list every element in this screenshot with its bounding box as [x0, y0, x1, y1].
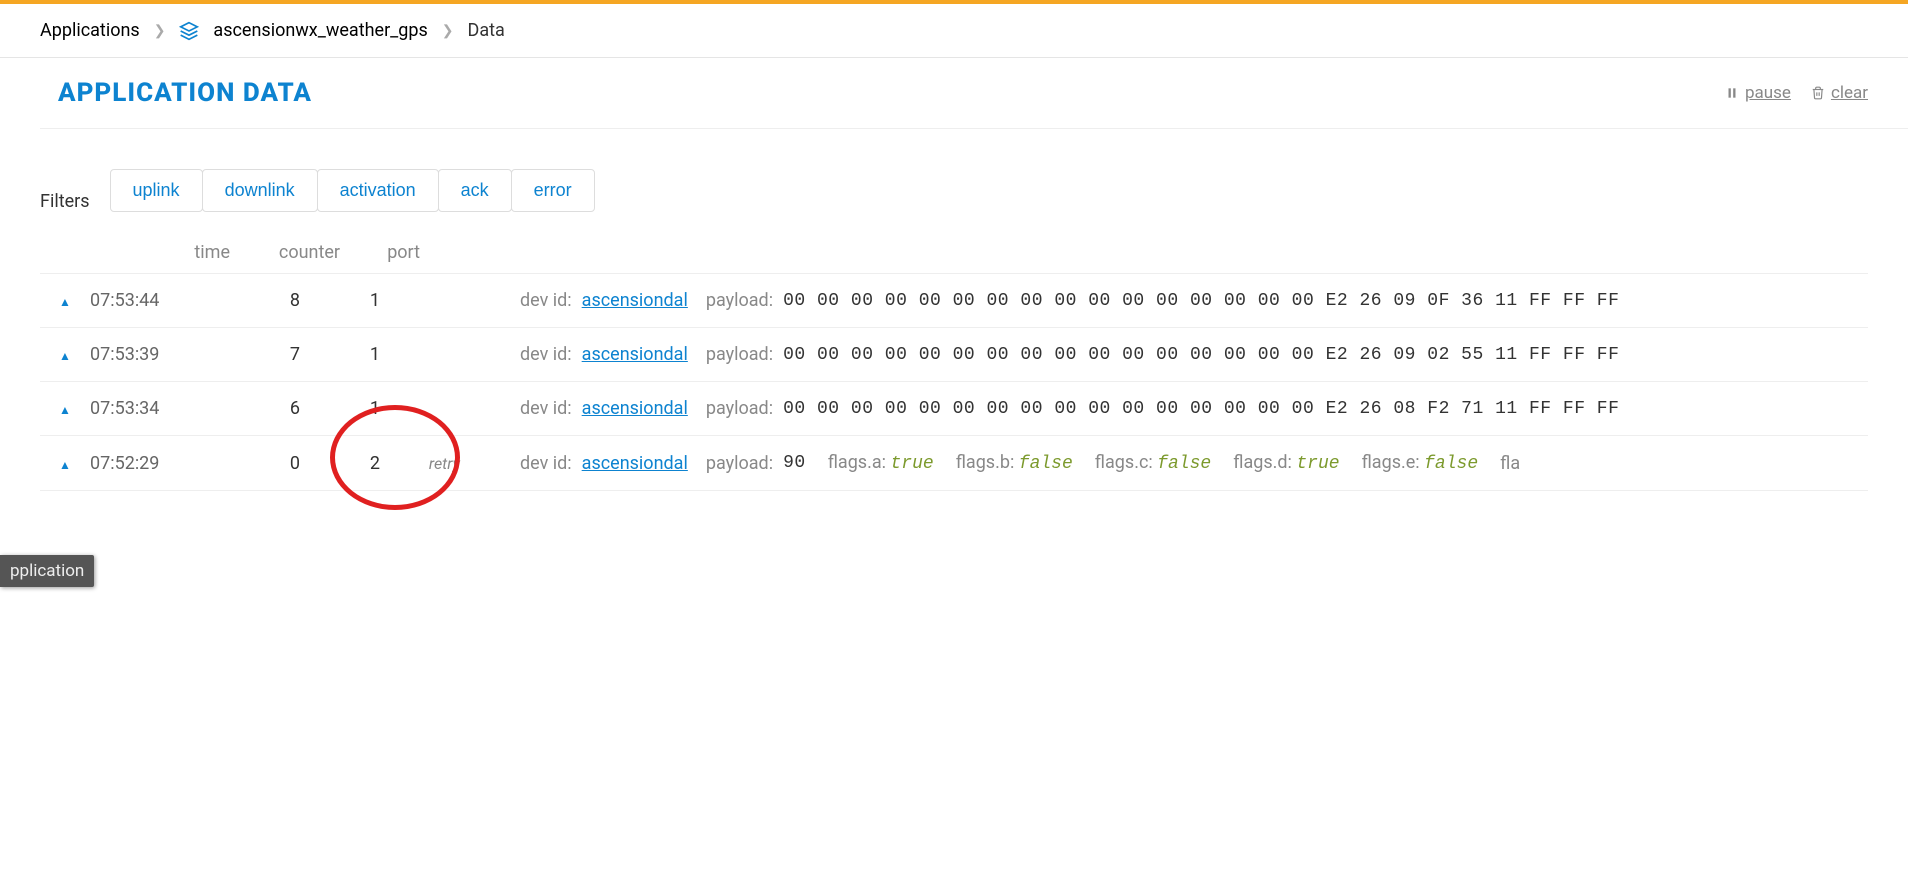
retry-label: retry — [429, 454, 460, 473]
flag-item: flags.c: false — [1095, 452, 1211, 474]
breadcrumb: Applications ❯ ascensionwx_weather_gps ❯… — [0, 4, 1908, 58]
flag-item: flags.a: true — [828, 452, 934, 474]
counter-value: 0 — [190, 453, 300, 474]
payload-value: 90 — [783, 453, 806, 473]
pause-label: pause — [1745, 83, 1791, 103]
devid-link[interactable]: ascensiondal — [582, 344, 688, 365]
filter-downlink-button[interactable]: downlink — [202, 169, 318, 212]
filter-uplink-button[interactable]: uplink — [110, 169, 203, 212]
details: dev id: ascensiondal payload: 00 00 00 00 … — [520, 344, 1619, 365]
chevron-right-icon: ❯ — [154, 23, 166, 39]
flag-item: flags.b: false — [956, 452, 1073, 474]
table-header: time counter port — [40, 212, 1908, 273]
devid-label: dev id: — [520, 344, 572, 365]
details: dev id: ascensiondal payload: 90 flags.a: t… — [520, 452, 1520, 474]
details: dev id: ascensiondal payload: 00 00 00 00 … — [520, 290, 1619, 311]
payload-value: 00 00 00 00 00 00 00 00 00 00 00 00 00 0… — [783, 399, 1619, 419]
devid-link[interactable]: ascensiondal — [582, 453, 688, 474]
caret-up-icon: ▲ — [59, 403, 71, 417]
header-counter: counter — [230, 242, 340, 263]
page-title: APPLICATION DATA — [58, 78, 312, 108]
time-value: 07:52:29 — [90, 453, 190, 474]
payload-value: 00 00 00 00 00 00 00 00 00 00 00 00 00 0… — [783, 345, 1619, 365]
page-header: APPLICATION DATA pause clear — [40, 58, 1908, 129]
counter-value: 7 — [190, 344, 300, 365]
details: dev id: ascensiondal payload: 00 00 00 00 … — [520, 398, 1619, 419]
filter-buttons: uplinkdownlinkactivationackerror — [110, 169, 594, 212]
time-value: 07:53:34 — [90, 398, 190, 419]
expand-toggle[interactable]: ▲ — [40, 344, 90, 365]
floating-tag: pplication — [0, 555, 94, 587]
table-row[interactable]: ▲ 07:52:2902 retry dev id: ascensiondal paylo… — [40, 435, 1868, 491]
data-table: ▲07:53:4481dev id:ascensiondalpayload: 0… — [40, 273, 1868, 491]
filter-activation-button[interactable]: activation — [317, 169, 439, 212]
devid-label: dev id: — [520, 453, 572, 474]
expand-toggle[interactable]: ▲ — [40, 398, 90, 419]
breadcrumb-app-name[interactable]: ascensionwx_weather_gps — [213, 20, 427, 41]
port-value: 1 — [300, 398, 380, 419]
layers-icon — [179, 21, 199, 41]
port-value: 2 — [300, 453, 380, 474]
devid-label: dev id: — [520, 398, 572, 419]
filters-row: Filters uplinkdownlinkactivationackerror — [40, 169, 1908, 212]
expand-toggle[interactable]: ▲ — [40, 290, 90, 311]
filters-label: Filters — [40, 191, 90, 212]
trash-icon — [1811, 86, 1825, 100]
table-row[interactable]: ▲ 07:53:3461 dev id: ascensiondal payload: 0… — [40, 381, 1868, 435]
filter-error-button[interactable]: error — [511, 169, 595, 212]
table-row[interactable]: ▲ 07:53:4481 dev id: ascensiondal payload: 0… — [40, 273, 1868, 327]
caret-up-icon: ▲ — [59, 349, 71, 363]
chevron-right-icon: ❯ — [442, 23, 454, 39]
payload-value: 00 00 00 00 00 00 00 00 00 00 00 00 00 0… — [783, 291, 1619, 311]
flag-item: flags.d: true — [1233, 452, 1339, 474]
devid-label: dev id: — [520, 290, 572, 311]
clear-button[interactable]: clear — [1811, 83, 1868, 103]
retry-col: retry — [380, 453, 470, 474]
devid-link[interactable]: ascensiondal — [582, 290, 688, 311]
devid-link[interactable]: ascensiondal — [582, 398, 688, 419]
page-actions: pause clear — [1725, 83, 1868, 103]
counter-value: 8 — [190, 290, 300, 311]
flag-item: flags.e: false — [1362, 452, 1479, 474]
header-time: time — [100, 242, 230, 263]
port-value: 1 — [300, 290, 380, 311]
header-port: port — [340, 242, 420, 263]
clear-label: clear — [1831, 83, 1868, 103]
payload-label: payload: — [706, 453, 773, 474]
caret-up-icon: ▲ — [59, 295, 71, 309]
breadcrumb-applications[interactable]: Applications — [40, 20, 140, 41]
time-value: 07:53:44 — [90, 290, 190, 311]
counter-value: 6 — [190, 398, 300, 419]
table-row[interactable]: ▲ 07:53:3971 dev id: ascensiondal payload: 0… — [40, 327, 1868, 381]
breadcrumb-current: Data — [468, 20, 505, 41]
expand-toggle[interactable]: ▲ — [40, 453, 90, 474]
payload-label: payload: — [706, 290, 773, 311]
time-value: 07:53:39 — [90, 344, 190, 365]
payload-label: payload: — [706, 398, 773, 419]
pause-icon — [1725, 86, 1739, 100]
pause-button[interactable]: pause — [1725, 83, 1791, 103]
filter-ack-button[interactable]: ack — [438, 169, 512, 212]
caret-up-icon: ▲ — [59, 458, 71, 472]
port-value: 1 — [300, 344, 380, 365]
payload-label: payload: — [706, 344, 773, 365]
